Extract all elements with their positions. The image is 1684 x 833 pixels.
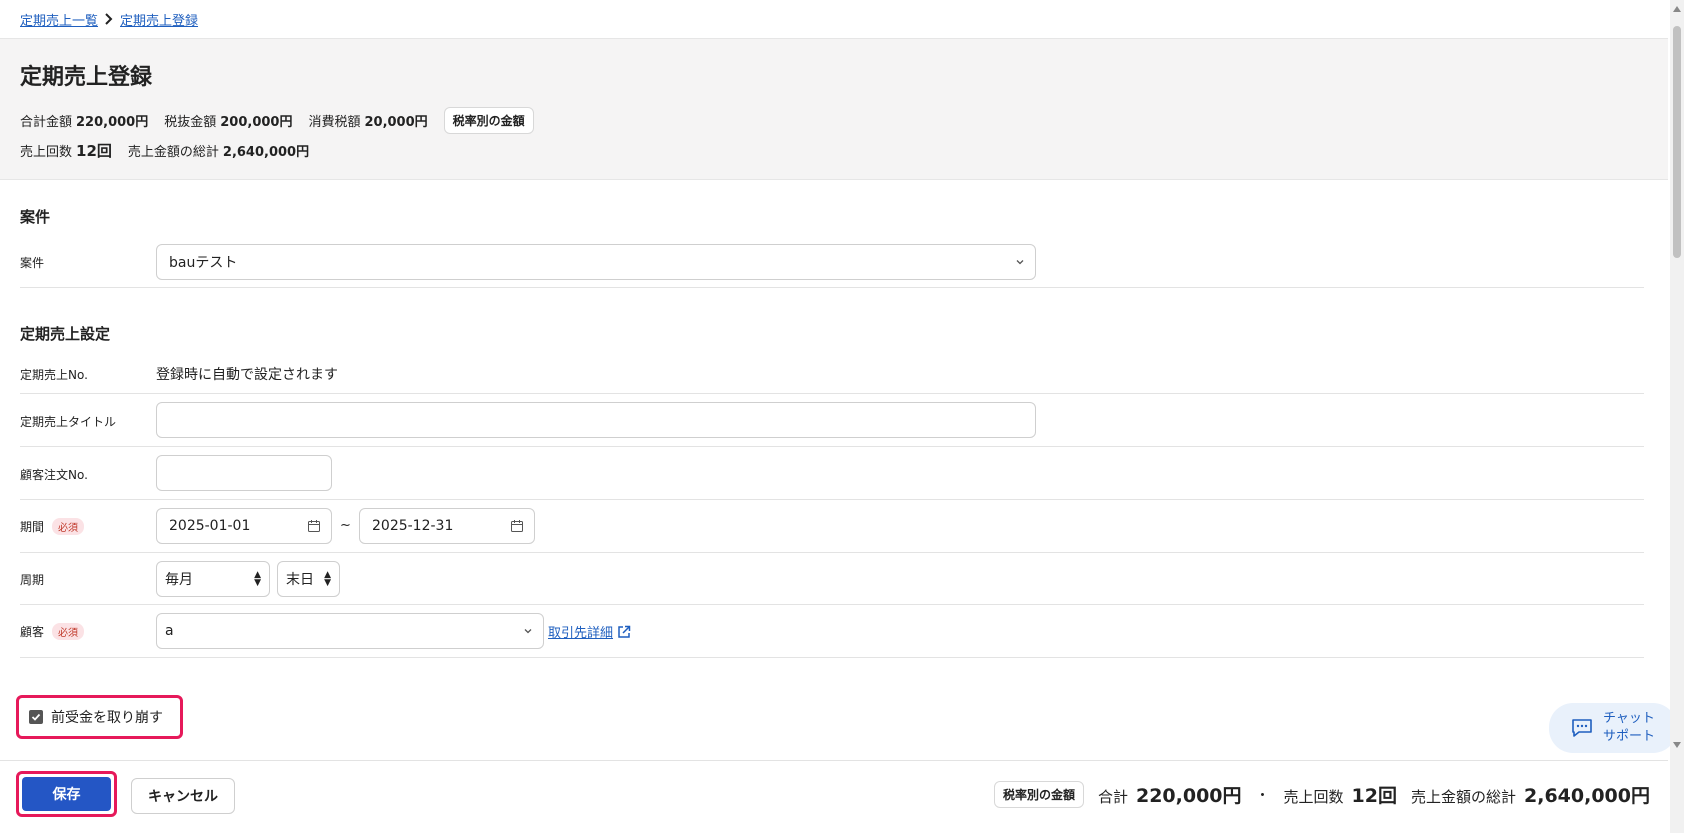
chat-label-line2: サポート (1603, 729, 1656, 744)
advance-payment-option[interactable]: 前受金を取り崩す (16, 695, 183, 739)
section-title-project: 案件 (20, 208, 51, 226)
advance-payment-label: 前受金を取り崩す (51, 710, 163, 726)
tax-value: 20,000円 (364, 115, 428, 130)
scroll-down-icon[interactable] (1673, 742, 1681, 748)
required-badge: 必須 (52, 518, 85, 535)
breadcrumb-link-list[interactable]: 定期売上一覧 (20, 10, 98, 29)
chat-label-line1: チャット (1603, 711, 1655, 726)
footer-total-label: 合計 (1097, 788, 1128, 806)
form-row-period: 期間 必須 2025-01-01 ~ 2025-12-31 (20, 500, 1644, 553)
page-header: 定期売上登録 合計金額 220,000円 税抜金額 200,000円 消費税額 20,… (0, 38, 1668, 180)
project-select[interactable]: bauテスト (156, 244, 1036, 280)
save-button[interactable]: 保存 (22, 777, 111, 811)
form-row-customer: 顧客 必須 a 取引先詳細 (20, 605, 1644, 658)
customer-detail-link[interactable]: 取引先詳細 (548, 622, 631, 641)
calendar-icon[interactable] (307, 519, 321, 533)
form-row-number: 定期売上No. 登録時に自動で設定されます (20, 354, 1644, 394)
footer-grand-label: 売上金額の総計 (1411, 788, 1517, 806)
count-label: 売上回数 (20, 145, 73, 160)
form-row-cycle: 周期 毎月 ▲ ▼ 末日 ▲ ▼ (20, 553, 1644, 605)
section-title-settings: 定期売上設定 (20, 325, 111, 343)
chevron-down-icon (524, 629, 532, 634)
calendar-icon[interactable] (510, 519, 524, 533)
save-button-highlight: 保存 (16, 771, 117, 817)
pretax-label: 税抜金額 (164, 115, 217, 130)
order-number-input[interactable] (156, 455, 332, 491)
form-row-order: 顧客注文No. (20, 447, 1644, 500)
scrollbar-thumb[interactable] (1673, 26, 1681, 258)
period-start-input[interactable]: 2025-01-01 (156, 508, 332, 544)
page-title: 定期売上登録 (20, 65, 153, 90)
order-label: 顧客注文No. (20, 468, 88, 482)
count-summary: 売上回数 12回 売上金額の総計 2,640,000円 (20, 140, 309, 161)
period-label: 期間 必須 (20, 518, 85, 535)
period-separator: ~ (340, 518, 351, 533)
page-scrollbar[interactable] (1670, 0, 1684, 833)
required-badge: 必須 (52, 623, 85, 640)
grand-total-label: 売上金額の総計 (127, 145, 219, 160)
form-row-title: 定期売上タイトル (20, 394, 1644, 447)
cycle-day-select[interactable]: 末日 ▲ ▼ (277, 561, 340, 597)
tax-label: 消費税額 (308, 115, 361, 130)
tax-rate-button[interactable]: 税率別の金額 (443, 107, 534, 134)
footer-summary: 税率別の金額 合計 220,000円 ・ 売上回数 12回 売上金額の総計 2,640… (993, 781, 1650, 808)
breadcrumb: 定期売上一覧 定期売上登録 (20, 8, 198, 30)
project-label: 案件 (20, 256, 45, 270)
footer-count-label: 売上回数 (1283, 788, 1344, 806)
chat-icon (1572, 719, 1592, 737)
footer-count-value: 12回 (1351, 785, 1397, 807)
advance-payment-checkbox[interactable] (29, 710, 43, 724)
select-arrows-icon: ▲ ▼ (254, 570, 261, 588)
form-row-project: 案件 bauテスト (20, 236, 1644, 288)
breadcrumb-link-current[interactable]: 定期売上登録 (120, 10, 198, 29)
select-arrows-icon: ▲ ▼ (324, 570, 331, 588)
number-value: 登録時に自動で設定されます (156, 367, 338, 383)
grand-total-value: 2,640,000円 (222, 145, 310, 160)
pretax-value: 200,000円 (220, 115, 293, 130)
chat-support-button[interactable]: チャット サポート (1549, 703, 1677, 753)
footer-separator: ・ (1255, 787, 1270, 804)
customer-select[interactable]: a (156, 613, 544, 649)
footer-total-value: 220,000円 (1135, 785, 1242, 807)
footer-tax-rate-button[interactable]: 税率別の金額 (993, 781, 1084, 808)
cancel-button[interactable]: キャンセル (131, 778, 235, 814)
cycle-label: 周期 (20, 573, 45, 587)
total-label: 合計金額 (20, 115, 73, 130)
chevron-right-icon (104, 13, 114, 25)
amount-summary: 合計金額 220,000円 税抜金額 200,000円 消費税額 20,000円 税率… (20, 107, 534, 134)
cycle-select[interactable]: 毎月 ▲ ▼ (156, 561, 270, 597)
scroll-up-icon[interactable] (1673, 6, 1681, 12)
check-icon (31, 713, 41, 721)
total-value: 220,000円 (76, 115, 149, 130)
title-label: 定期売上タイトル (20, 415, 117, 429)
number-label: 定期売上No. (20, 368, 88, 382)
count-value: 12回 (76, 142, 112, 160)
footer-grand-value: 2,640,000円 (1524, 785, 1650, 807)
external-link-icon (618, 625, 631, 638)
customer-label: 顧客 必須 (20, 623, 85, 640)
title-input[interactable] (156, 402, 1036, 438)
chevron-down-icon (1016, 260, 1024, 265)
period-end-input[interactable]: 2025-12-31 (359, 508, 535, 544)
footer-bar: 保存 キャンセル 税率別の金額 合計 220,000円 ・ 売上回数 12回 売上金… (0, 760, 1668, 833)
